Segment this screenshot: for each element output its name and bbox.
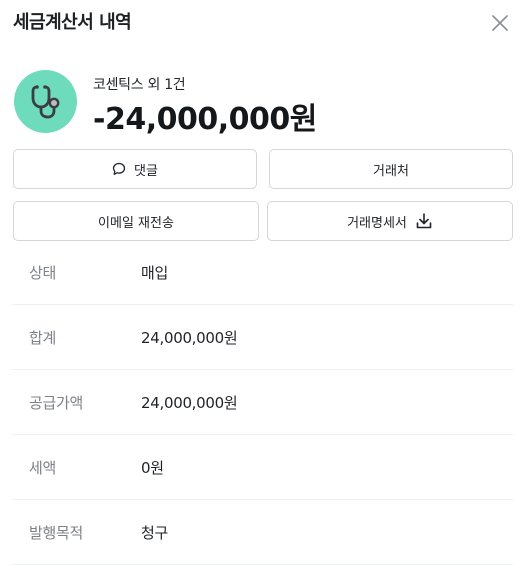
close-icon[interactable]: [490, 13, 510, 33]
header: 세금계산서 내역: [13, 10, 512, 36]
detail-value: 0원: [141, 459, 164, 477]
stethoscope-icon: [31, 85, 60, 119]
page-title: 세금계산서 내역: [13, 12, 132, 33]
total-amount: -24,000,000원: [93, 102, 317, 137]
detail-value: 매입: [141, 264, 169, 282]
detail-label: 발행목적: [29, 524, 84, 542]
detail-value: 24,000,000원: [141, 394, 238, 412]
partner-button-label: 거래처: [373, 163, 409, 179]
detail-row-supply-amount: 공급가액 24,000,000원: [12, 370, 513, 435]
detail-label: 합계: [29, 329, 57, 347]
vendor-name: 코센틱스 외 1건: [93, 77, 186, 93]
download-icon: [416, 213, 432, 229]
detail-row-tax: 세액 0원: [12, 435, 513, 500]
chat-bubble-icon: [112, 162, 126, 175]
detail-row-status: 상태 매입: [12, 240, 513, 305]
detail-row-total: 합계 24,000,000원: [12, 305, 513, 370]
detail-value: 24,000,000원: [141, 329, 238, 347]
avatar: [14, 70, 77, 133]
transaction-statement-button-label: 거래명세서: [347, 215, 407, 231]
detail-row-purpose: 발행목적 청구: [12, 500, 513, 565]
detail-label: 상태: [29, 264, 57, 282]
comment-button[interactable]: 댓글: [13, 149, 257, 189]
partner-button[interactable]: 거래처: [269, 149, 513, 189]
transaction-statement-button[interactable]: 거래명세서: [267, 201, 513, 241]
invoice-summary: 코센틱스 외 1건 -24,000,000원: [14, 70, 514, 137]
invoice-details: 상태 매입 합계 24,000,000원 공급가액 24,000,000원 세액…: [12, 240, 513, 565]
detail-value: 청구: [141, 524, 169, 542]
detail-label: 공급가액: [29, 394, 84, 412]
comment-button-label: 댓글: [134, 163, 158, 179]
resend-email-button[interactable]: 이메일 재전송: [13, 201, 259, 241]
detail-label: 세액: [29, 459, 57, 477]
resend-email-button-label: 이메일 재전송: [98, 215, 174, 231]
